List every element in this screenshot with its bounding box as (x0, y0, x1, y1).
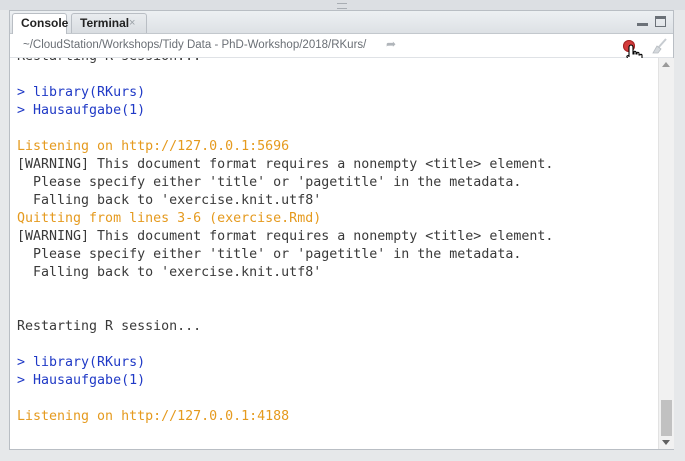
console-line: [WARNING] This document format requires … (17, 229, 554, 244)
console-line: Listening on http://127.0.0.1:4188 (17, 409, 290, 424)
tab-console-label: Console (21, 16, 69, 30)
working-directory-path: ~/CloudStation/Workshops/Tidy Data - PhD… (23, 39, 367, 51)
minimize-icon[interactable] (637, 16, 648, 27)
console-line: Please specify either 'title' or 'pageti… (17, 247, 522, 262)
maximize-icon[interactable] (655, 16, 666, 27)
working-directory-bar: ~/CloudStation/Workshops/Tidy Data - PhD… (10, 34, 673, 67)
console-line: Restarting R session... (17, 58, 201, 66)
console-line: [WARNING] This document format requires … (17, 157, 554, 172)
broom-icon[interactable] (650, 38, 670, 54)
splitter-grip-icon[interactable] (337, 3, 347, 9)
tab-terminal-label: Terminal (80, 16, 130, 30)
scrollbar-thumb[interactable] (661, 400, 672, 436)
tab-console[interactable]: Console (12, 13, 69, 34)
console-line: > library(RKurs) (17, 85, 146, 100)
console-line: Restarting R session... (17, 319, 202, 334)
scroll-up-icon[interactable] (662, 62, 670, 67)
tab-terminal[interactable]: Terminal × (71, 13, 147, 33)
console-line: Please specify either 'title' or 'pageti… (17, 175, 522, 190)
tab-bar: Console Terminal × (10, 11, 673, 34)
console-line: Quitting from lines 3-6 (exercise.Rmd) (17, 211, 322, 226)
console-line: Falling back to 'exercise.knit.utf8' (17, 265, 322, 280)
console-line: > library(RKurs) (17, 355, 146, 370)
scroll-down-icon[interactable] (662, 440, 670, 445)
pane-splitter[interactable] (0, 0, 685, 10)
console-pane: Console Terminal × ~/CloudStation/Worksh… (9, 10, 674, 450)
console-output[interactable]: Restarting R session... > library(RKurs) >… (10, 58, 658, 449)
window-edge (676, 10, 685, 461)
vertical-scrollbar[interactable] (658, 58, 674, 449)
console-line: > Hausaufgabe(1) (17, 373, 146, 388)
console-line: Falling back to 'exercise.knit.utf8' (17, 193, 322, 208)
console-line: > Hausaufgabe(1) (17, 103, 146, 118)
console-line: Listening on http://127.0.0.1:5696 (17, 139, 290, 154)
close-icon[interactable]: × (129, 14, 135, 32)
go-to-directory-icon[interactable]: ➦ (386, 37, 396, 51)
